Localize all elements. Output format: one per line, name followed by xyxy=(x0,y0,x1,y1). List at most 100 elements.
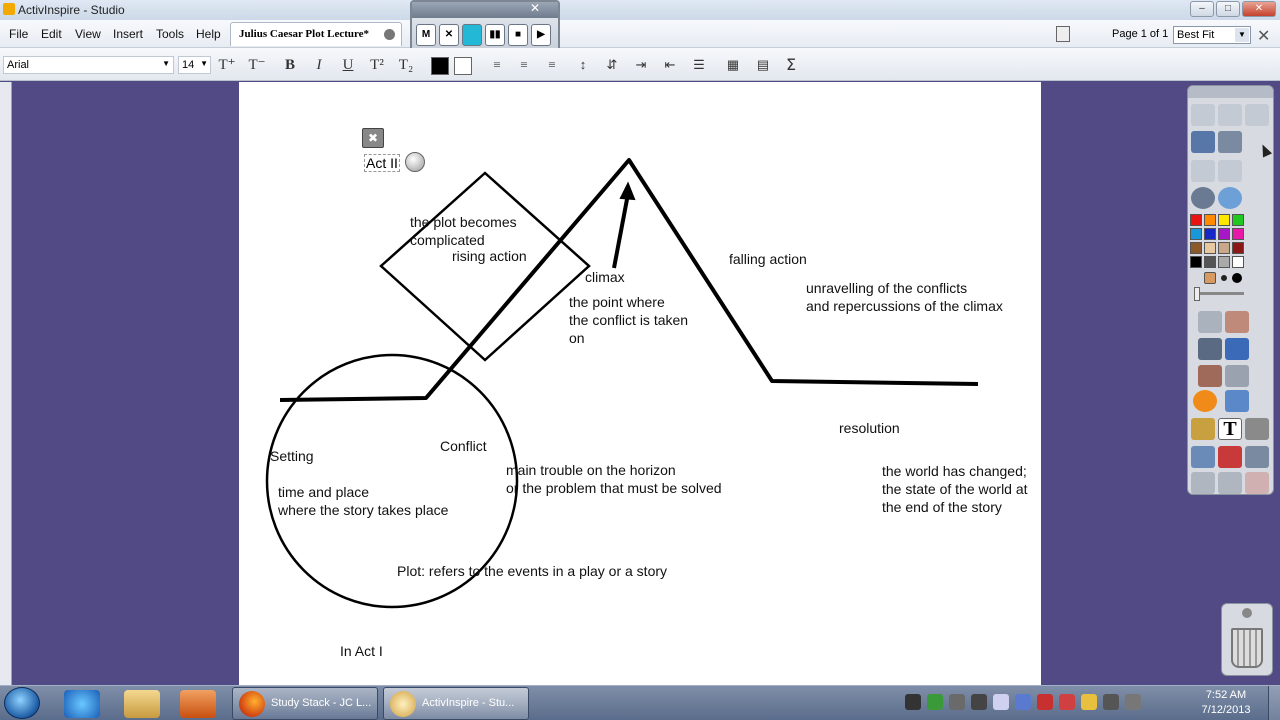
climax-definition-text[interactable]: the point where the conflict is taken on xyxy=(569,293,688,347)
browsers-icon[interactable] xyxy=(1218,104,1242,126)
align-left-icon[interactable]: ≡ xyxy=(487,55,507,75)
tray-sync-icon[interactable] xyxy=(927,694,943,710)
next-page-icon[interactable] xyxy=(1218,160,1242,182)
main-menu-icon[interactable] xyxy=(1191,104,1215,126)
close-window-button[interactable]: ✕ xyxy=(1242,1,1276,17)
taskbar-activinspire-task[interactable]: ActivInspire - Stu... xyxy=(383,687,529,720)
climax-text[interactable]: climax xyxy=(585,268,625,286)
chevron-down-icon[interactable]: ▼ xyxy=(1235,28,1249,42)
eraser-icon[interactable] xyxy=(1198,365,1222,387)
select-tool-icon[interactable] xyxy=(1198,311,1222,333)
conflict-definition-text[interactable]: main trouble on the horizon or the probl… xyxy=(506,461,722,497)
table-icon[interactable]: ▦ xyxy=(723,55,743,75)
undo-icon[interactable] xyxy=(1191,472,1215,494)
bullet-list-icon[interactable]: ☰ xyxy=(689,55,709,75)
plot-definition-text[interactable]: Plot: refers to the events in a play or … xyxy=(397,562,667,580)
tray-power-icon[interactable] xyxy=(1103,694,1119,710)
bold-icon[interactable]: B xyxy=(280,55,300,75)
media-player-icon[interactable] xyxy=(180,690,216,718)
document-tab[interactable]: Julius Caesar Plot Lecture* xyxy=(230,22,402,46)
decrease-font-icon[interactable]: T⁻ xyxy=(247,55,267,75)
play-icon[interactable] xyxy=(1191,187,1215,209)
reset-icon[interactable] xyxy=(1191,446,1215,468)
font-family-select[interactable]: Arial ▼ xyxy=(3,56,174,74)
delete-icon[interactable] xyxy=(1245,472,1269,494)
color-pink-swatch[interactable] xyxy=(1232,228,1244,240)
increase-font-icon[interactable]: T⁺ xyxy=(217,55,237,75)
maximize-button[interactable]: □ xyxy=(1216,1,1240,17)
menu-insert[interactable]: Insert xyxy=(113,27,143,41)
player-stop-button[interactable]: ■ xyxy=(508,24,528,46)
file-explorer-icon[interactable] xyxy=(124,690,160,718)
color-gray-swatch[interactable] xyxy=(1218,256,1230,268)
color-yellow-swatch[interactable] xyxy=(1218,214,1230,226)
color-brown-swatch[interactable] xyxy=(1190,242,1202,254)
system-clock[interactable]: 7:52 AM 7/12/2013 xyxy=(1196,688,1256,718)
font-size-select[interactable]: 14 ▼ xyxy=(178,56,211,74)
act-one-text[interactable]: In Act I xyxy=(340,642,383,660)
rotate-handle[interactable] xyxy=(405,152,425,172)
desktop-annotate-icon[interactable] xyxy=(1191,131,1215,153)
pen-width-slider-track[interactable] xyxy=(1194,292,1244,295)
subscript-icon[interactable]: T₂ xyxy=(396,55,416,75)
color-tan-swatch[interactable] xyxy=(1204,242,1216,254)
chevron-down-icon[interactable]: ▼ xyxy=(200,59,208,68)
player-marker-button[interactable]: M xyxy=(416,24,436,46)
text-tool-icon[interactable]: T xyxy=(1218,418,1242,440)
tray-bluetooth-icon[interactable] xyxy=(971,694,987,710)
minimize-button[interactable]: – xyxy=(1190,1,1214,17)
line-spacing-icon[interactable]: ↕ xyxy=(573,55,593,75)
menu-file[interactable]: File xyxy=(9,27,28,41)
pen-tool-icon[interactable] xyxy=(1225,311,1249,333)
connector-icon[interactable] xyxy=(1225,390,1249,412)
panel-grip-icon[interactable] xyxy=(1242,608,1252,618)
player-play-button[interactable]: ▶ xyxy=(531,24,551,46)
web-browser-icon[interactable] xyxy=(1218,187,1242,209)
page-extender-icon[interactable] xyxy=(1245,446,1269,468)
conflict-text[interactable]: Conflict xyxy=(440,437,487,455)
text-color-black-swatch[interactable] xyxy=(431,57,449,75)
color-navy-swatch[interactable] xyxy=(1204,228,1216,240)
align-right-icon[interactable]: ≡ xyxy=(542,55,562,75)
magic-ink-icon[interactable] xyxy=(1225,338,1249,360)
tray-display-icon[interactable] xyxy=(905,694,921,710)
align-center-icon[interactable]: ≡ xyxy=(514,55,534,75)
chevron-down-icon[interactable]: ▼ xyxy=(162,59,170,68)
background-none-swatch[interactable] xyxy=(454,57,472,75)
highlighter-icon[interactable] xyxy=(1198,338,1222,360)
shape-tool-icon[interactable] xyxy=(1193,390,1217,412)
player-stop-edit-button[interactable]: ✕ xyxy=(439,24,459,46)
player-close-icon[interactable]: ✕ xyxy=(530,1,540,15)
falling-action-definition-text[interactable]: unravelling of the conflicts and repercu… xyxy=(806,279,1003,315)
setting-text[interactable]: Setting xyxy=(270,447,314,465)
tray-antivirus-icon[interactable] xyxy=(1059,694,1075,710)
color-white-swatch[interactable] xyxy=(1232,256,1244,268)
italic-icon[interactable]: I xyxy=(309,55,329,75)
menu-tools[interactable]: Tools xyxy=(156,27,184,41)
tray-network-icon[interactable] xyxy=(1015,694,1031,710)
menu-help[interactable]: Help xyxy=(196,27,221,41)
internet-explorer-icon[interactable] xyxy=(64,690,100,718)
tray-shield-icon[interactable] xyxy=(993,694,1009,710)
equation-icon[interactable]: Σ xyxy=(781,55,801,75)
show-desktop-button[interactable] xyxy=(1268,686,1280,720)
color-maroon-swatch[interactable] xyxy=(1232,242,1244,254)
toolbox-grip[interactable] xyxy=(1188,86,1273,98)
zoom-select[interactable]: Best Fit ▼ xyxy=(1173,26,1251,44)
act-label[interactable]: Act II xyxy=(364,154,400,172)
color-blue-swatch[interactable] xyxy=(1190,228,1202,240)
color-black-swatch[interactable] xyxy=(1190,256,1202,268)
tray-warning-icon[interactable] xyxy=(1081,694,1097,710)
desktop-tools-icon[interactable] xyxy=(1218,131,1242,153)
tray-speaker-icon[interactable] xyxy=(1125,694,1141,710)
superscript-icon[interactable]: T² xyxy=(367,55,387,75)
setting-definition-text[interactable]: time and place where the story takes pla… xyxy=(278,483,448,519)
fill-icon[interactable] xyxy=(1225,365,1249,387)
page-browser-icon[interactable] xyxy=(1056,26,1070,42)
color-darkgray-swatch[interactable] xyxy=(1204,256,1216,268)
resource-tool-icon[interactable] xyxy=(1191,418,1215,440)
trash-can-icon[interactable] xyxy=(1231,628,1263,668)
resolution-definition-text[interactable]: the world has changed; the state of the … xyxy=(882,462,1028,516)
resolution-text[interactable]: resolution xyxy=(839,419,900,437)
plot-complicated-text[interactable]: the plot becomes complicated xyxy=(410,213,517,249)
